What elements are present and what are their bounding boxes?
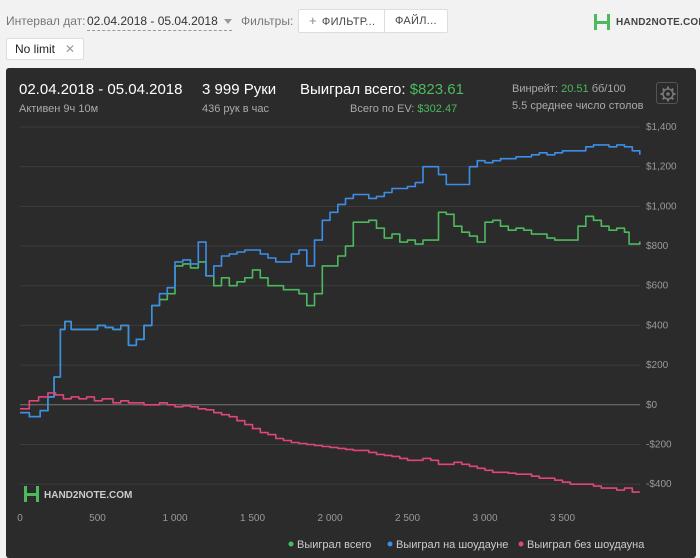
y-tick-label: $1,000	[646, 201, 677, 212]
legend-marker	[387, 541, 393, 547]
x-tick-label: 2 000	[317, 513, 342, 524]
y-tick-label: $1,400	[646, 122, 677, 133]
y-tick-label: $400	[646, 320, 669, 331]
legend-marker	[518, 541, 524, 547]
y-tick-label: $200	[646, 360, 669, 371]
series-line-3	[20, 392, 640, 493]
x-tick-label: 0	[17, 513, 23, 524]
y-tick-label: -$400	[646, 479, 672, 490]
y-tick-label: $600	[646, 281, 669, 292]
series-lines	[20, 144, 641, 493]
y-tick-label: $800	[646, 241, 669, 252]
chart-watermark: HAND2NOTE.COM	[24, 486, 132, 502]
watermark-text: HAND2NOTE.COM	[44, 490, 132, 501]
legend-marker	[288, 541, 294, 547]
x-tick-label: 2 500	[395, 513, 420, 524]
profit-chart: $1,400 $1,200 $1,000 $800 $600 $400 $200 $0 -$20…	[17, 122, 677, 551]
x-tick-label: 1 500	[240, 513, 265, 524]
y-tick-label: $0	[646, 400, 658, 411]
y-tick-label: -$200	[646, 439, 672, 450]
legend-label[interactable]: Выиграл без шоудауна	[527, 539, 645, 551]
chart-legend: Выиграл всего Выиграл на шоудауне Выиграл …	[288, 539, 645, 551]
legend-label[interactable]: Выиграл всего	[297, 539, 371, 551]
chart-grid	[20, 126, 640, 485]
y-tick-label: $1,200	[646, 162, 677, 173]
x-tick-label: 3 000	[472, 513, 497, 524]
x-tick-label: 3 500	[550, 513, 575, 524]
x-tick-label: 500	[89, 513, 106, 524]
x-axis: 0 500 1 000 1 500 2 000 2 500 3 000 3 500	[17, 513, 575, 524]
series-line-2	[20, 144, 641, 418]
legend-label[interactable]: Выиграл на шоудауне	[396, 539, 508, 551]
y-axis: $1,400 $1,200 $1,000 $800 $600 $400 $200 $0 -$20…	[646, 122, 677, 490]
series-line-1	[20, 211, 641, 418]
x-tick-label: 1 000	[162, 513, 187, 524]
